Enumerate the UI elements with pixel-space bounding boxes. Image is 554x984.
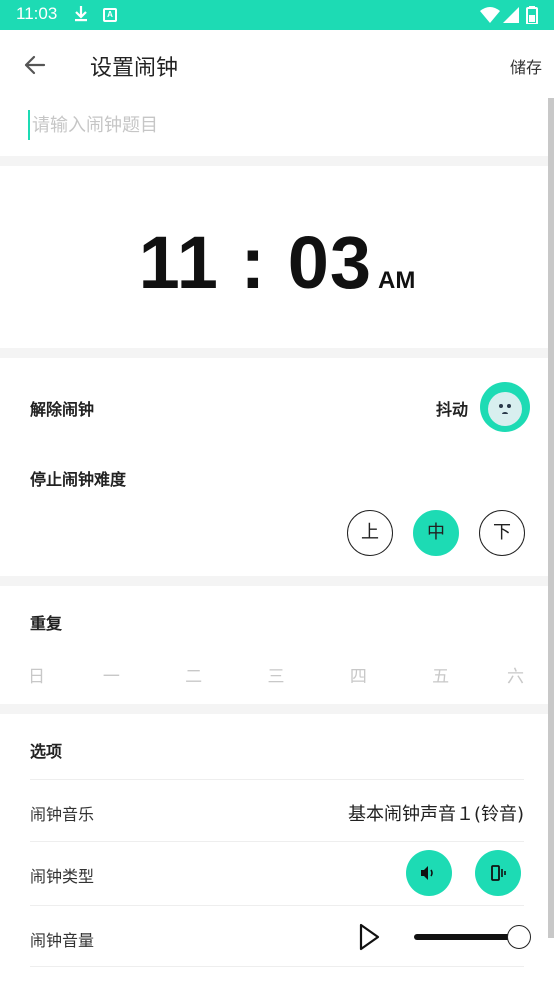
wifi-icon bbox=[480, 6, 500, 28]
volume-slider-thumb[interactable] bbox=[507, 925, 531, 949]
repeat-days: 日 一 二 三 四 五 六 bbox=[28, 662, 524, 687]
time-picker[interactable]: 11 : 03 AM bbox=[0, 220, 554, 305]
status-bar: 11:03 A bbox=[0, 0, 554, 30]
time-separator: : bbox=[240, 221, 267, 304]
alarm-title-input[interactable] bbox=[28, 110, 528, 140]
alarm-type-label: 闹钟类型 bbox=[30, 867, 95, 886]
alarm-title-row bbox=[0, 100, 554, 156]
am-pm-value[interactable]: AM bbox=[378, 267, 415, 294]
battery-icon bbox=[526, 6, 538, 28]
options-label: 选项 bbox=[30, 742, 63, 761]
minute-value[interactable]: 03 bbox=[288, 221, 372, 304]
mascot-face bbox=[488, 392, 522, 426]
shake-mascot-icon[interactable] bbox=[480, 382, 530, 432]
mascot-eye-left bbox=[499, 404, 503, 408]
notification-badge-icon: A bbox=[103, 8, 117, 22]
play-icon[interactable] bbox=[358, 923, 380, 955]
back-arrow-icon[interactable] bbox=[20, 50, 50, 80]
alarm-type-row: 闹钟类型 bbox=[30, 841, 524, 905]
repeat-card: 重复 日 一 二 三 四 五 六 bbox=[0, 586, 554, 704]
dismiss-label: 解除闹钟 bbox=[30, 400, 95, 419]
repeat-label: 重复 bbox=[30, 614, 63, 633]
dismiss-card: 解除闹钟 抖动 停止闹钟难度 上 中 下 bbox=[0, 358, 554, 576]
page-title: 设置闹钟 bbox=[90, 56, 179, 81]
signal-icon bbox=[502, 6, 520, 28]
status-time: 11:03 bbox=[16, 4, 58, 23]
day-wednesday[interactable]: 三 bbox=[241, 662, 311, 687]
options-card: 选项 闹钟音乐 基本闹钟声音１(铃音) 闹钟类型 闹钟音量 bbox=[0, 714, 554, 984]
difficulty-medium-button[interactable]: 中 bbox=[413, 510, 459, 556]
day-saturday[interactable]: 六 bbox=[488, 662, 524, 687]
speaker-icon[interactable] bbox=[406, 850, 452, 896]
difficulty-high-button[interactable]: 上 bbox=[347, 510, 393, 556]
save-button[interactable]: 储存 bbox=[510, 54, 542, 78]
day-monday[interactable]: 一 bbox=[76, 662, 146, 687]
difficulty-low-button[interactable]: 下 bbox=[479, 510, 525, 556]
download-icon bbox=[74, 5, 88, 27]
difficulty-label: 停止闹钟难度 bbox=[30, 470, 127, 489]
day-tuesday[interactable]: 二 bbox=[159, 662, 229, 687]
volume-label: 闹钟音量 bbox=[30, 931, 95, 950]
vibrate-icon[interactable] bbox=[475, 850, 521, 896]
app-bar: 设置闹钟 储存 bbox=[0, 30, 554, 100]
volume-row: 闹钟音量 bbox=[30, 905, 531, 967]
day-thursday[interactable]: 四 bbox=[323, 662, 393, 687]
mascot-mouth bbox=[502, 412, 508, 416]
day-friday[interactable]: 五 bbox=[406, 662, 476, 687]
hour-value[interactable]: 11 bbox=[139, 221, 219, 304]
music-value[interactable]: 基本闹钟声音１(铃音) bbox=[348, 800, 524, 826]
mascot-eye-right bbox=[507, 404, 511, 408]
time-card: 11 : 03 AM bbox=[0, 166, 554, 348]
scrollbar[interactable] bbox=[548, 98, 554, 938]
music-row[interactable]: 闹钟音乐 基本闹钟声音１(铃音) bbox=[30, 779, 524, 841]
day-sunday[interactable]: 日 bbox=[28, 662, 64, 687]
dismiss-method-label: 抖动 bbox=[436, 400, 469, 419]
music-label: 闹钟音乐 bbox=[30, 805, 95, 824]
